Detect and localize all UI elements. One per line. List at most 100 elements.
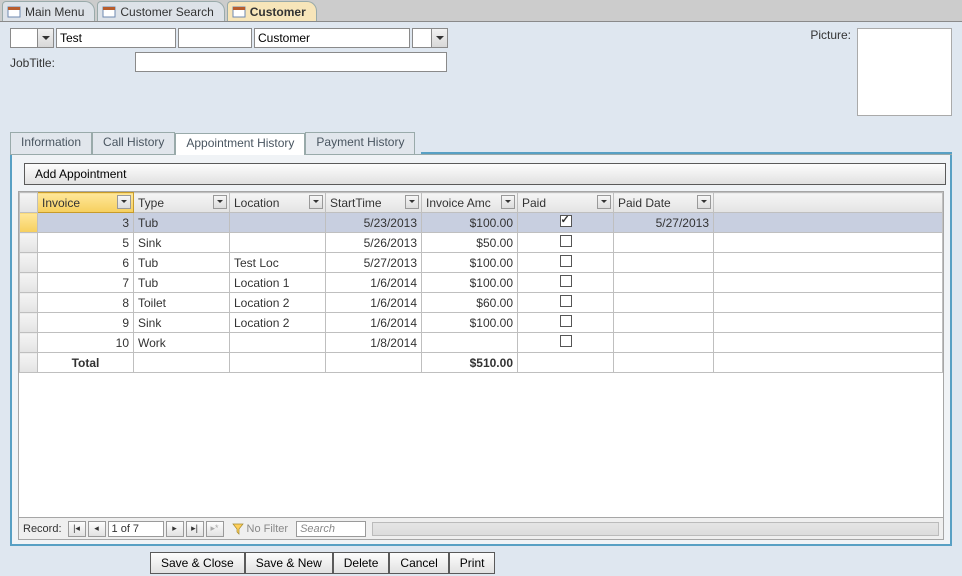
row-header[interactable]: [20, 213, 38, 233]
cell-invoice[interactable]: 7: [38, 273, 134, 293]
print-button[interactable]: Print: [449, 552, 496, 574]
cell-paid[interactable]: [518, 253, 614, 273]
table-row[interactable]: 5Sink 5/26/2013$50.00: [20, 233, 943, 253]
cell-invoice[interactable]: 10: [38, 333, 134, 353]
cell-type[interactable]: Work: [134, 333, 230, 353]
table-row[interactable]: 9SinkLocation 21/6/2014$100.00: [20, 313, 943, 333]
cell-paid[interactable]: [518, 313, 614, 333]
delete-button[interactable]: Delete: [333, 552, 390, 574]
column-header-location[interactable]: Location: [230, 193, 326, 213]
column-header-invoice[interactable]: Invoice: [38, 193, 134, 213]
table-row[interactable]: 6TubTest Loc5/27/2013$100.00: [20, 253, 943, 273]
cell-starttime[interactable]: 5/23/2013: [326, 213, 422, 233]
table-row[interactable]: 10Work 1/8/2014: [20, 333, 943, 353]
checkbox-icon[interactable]: [560, 255, 572, 267]
checkbox-icon[interactable]: [560, 275, 572, 287]
first-name-field[interactable]: [56, 28, 176, 48]
column-filter-icon[interactable]: [405, 195, 419, 209]
cell-paiddate[interactable]: [614, 333, 714, 353]
cell-starttime[interactable]: 1/8/2014: [326, 333, 422, 353]
title-combo[interactable]: [10, 28, 54, 48]
column-filter-icon[interactable]: [117, 195, 131, 209]
cell-invoice[interactable]: 3: [38, 213, 134, 233]
column-header-starttime[interactable]: StartTime: [326, 193, 422, 213]
checkbox-icon[interactable]: [560, 215, 572, 227]
cell-type[interactable]: Tub: [134, 253, 230, 273]
column-header-paid[interactable]: Paid: [518, 193, 614, 213]
cell-paiddate[interactable]: [614, 273, 714, 293]
save-close-button[interactable]: Save & Close: [150, 552, 245, 574]
row-header[interactable]: [20, 253, 38, 273]
tab-information[interactable]: Information: [10, 132, 92, 154]
cell-location[interactable]: [230, 333, 326, 353]
filter-indicator[interactable]: No Filter: [232, 523, 289, 535]
record-search[interactable]: Search: [296, 521, 366, 537]
cell-paiddate[interactable]: [614, 313, 714, 333]
cell-paid[interactable]: [518, 213, 614, 233]
cell-invoice[interactable]: 8: [38, 293, 134, 313]
cell-type[interactable]: Tub: [134, 273, 230, 293]
cell-invoice[interactable]: 5: [38, 233, 134, 253]
table-row[interactable]: 3Tub5/23/2013$100.005/27/2013: [20, 213, 943, 233]
checkbox-icon[interactable]: [560, 335, 572, 347]
add-appointment-button[interactable]: Add Appointment: [24, 163, 946, 185]
cell-paid[interactable]: [518, 273, 614, 293]
checkbox-icon[interactable]: [560, 235, 572, 247]
cell-invoice[interactable]: 6: [38, 253, 134, 273]
nav-new-button[interactable]: ▸*: [206, 521, 224, 537]
middle-name-field[interactable]: [178, 28, 252, 48]
select-all-rowheader[interactable]: [20, 193, 38, 213]
doc-tab-customer-search[interactable]: Customer Search: [97, 1, 224, 21]
horizontal-scrollbar[interactable]: [372, 522, 939, 536]
cell-amount[interactable]: $50.00: [422, 233, 518, 253]
row-header[interactable]: [20, 313, 38, 333]
checkbox-icon[interactable]: [560, 295, 572, 307]
suffix-combo[interactable]: [412, 28, 448, 48]
checkbox-icon[interactable]: [560, 315, 572, 327]
table-row[interactable]: 7TubLocation 11/6/2014$100.00: [20, 273, 943, 293]
cell-type[interactable]: Toilet: [134, 293, 230, 313]
column-header-invoice-amc[interactable]: Invoice Amc: [422, 193, 518, 213]
cell-starttime[interactable]: 5/27/2013: [326, 253, 422, 273]
row-header[interactable]: [20, 333, 38, 353]
cell-starttime[interactable]: 5/26/2013: [326, 233, 422, 253]
column-header-paid-date[interactable]: Paid Date: [614, 193, 714, 213]
doc-tab-main-menu[interactable]: Main Menu: [2, 1, 95, 21]
cell-paiddate[interactable]: 5/27/2013: [614, 213, 714, 233]
nav-prev-button[interactable]: ◂: [88, 521, 106, 537]
column-header-type[interactable]: Type: [134, 193, 230, 213]
jobtitle-field[interactable]: [135, 52, 447, 72]
cell-amount[interactable]: [422, 333, 518, 353]
tab-call-history[interactable]: Call History: [92, 132, 175, 154]
cell-type[interactable]: Sink: [134, 313, 230, 333]
picture-box[interactable]: [857, 28, 952, 116]
cell-type[interactable]: Sink: [134, 233, 230, 253]
tab-appointment-history[interactable]: Appointment History: [175, 133, 305, 155]
last-name-field[interactable]: [254, 28, 410, 48]
column-filter-icon[interactable]: [309, 195, 323, 209]
cell-invoice[interactable]: 9: [38, 313, 134, 333]
cell-location[interactable]: [230, 233, 326, 253]
row-header[interactable]: [20, 293, 38, 313]
column-filter-icon[interactable]: [597, 195, 611, 209]
doc-tab-customer[interactable]: Customer: [227, 1, 317, 21]
cell-location[interactable]: Test Loc: [230, 253, 326, 273]
cell-location[interactable]: Location 2: [230, 293, 326, 313]
cell-starttime[interactable]: 1/6/2014: [326, 313, 422, 333]
cell-amount[interactable]: $100.00: [422, 253, 518, 273]
cell-amount[interactable]: $100.00: [422, 313, 518, 333]
cell-paid[interactable]: [518, 333, 614, 353]
save-new-button[interactable]: Save & New: [245, 552, 333, 574]
appointments-grid[interactable]: InvoiceTypeLocationStartTimeInvoice AmcP…: [18, 191, 944, 540]
cell-amount[interactable]: $100.00: [422, 273, 518, 293]
column-filter-icon[interactable]: [213, 195, 227, 209]
cell-amount[interactable]: $100.00: [422, 213, 518, 233]
cell-paiddate[interactable]: [614, 293, 714, 313]
row-header[interactable]: [20, 273, 38, 293]
cell-starttime[interactable]: 1/6/2014: [326, 293, 422, 313]
row-header[interactable]: [20, 233, 38, 253]
cell-paid[interactable]: [518, 293, 614, 313]
column-filter-icon[interactable]: [501, 195, 515, 209]
column-filter-icon[interactable]: [697, 195, 711, 209]
cell-location[interactable]: Location 1: [230, 273, 326, 293]
